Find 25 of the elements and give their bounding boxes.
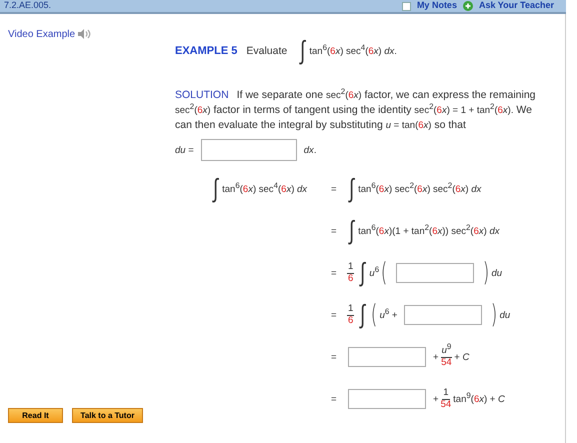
action-button[interactable]: Talk to a Tutor: [72, 408, 143, 423]
notes-link[interactable]: My Notes: [416, 0, 457, 10]
example-label: EXAMPLE 5: [175, 45, 238, 57]
math-expression: du =: [175, 144, 194, 156]
equals-sign: =: [331, 394, 338, 404]
prompt-text: Evaluate: [246, 45, 288, 57]
equals-sign: =: [331, 352, 338, 362]
equals-sign: =: [331, 184, 338, 194]
video-example-link[interactable]: Video Example: [8, 28, 76, 40]
speaker-icon[interactable]: [77, 28, 92, 40]
answer-box[interactable]: [348, 389, 426, 409]
answer-box[interactable]: [348, 347, 426, 367]
equals-sign: =: [331, 268, 338, 278]
answer-box[interactable]: [396, 263, 474, 283]
equals-sign: =: [331, 226, 338, 236]
solution-text: SOLUTION If we separate one sec$^{2}$(6x) factor, we can express the remaining sec$^{2}$(6x) factor in terms of tangent using the identity sec$^{2}$(6x) = 1 + tan$^{2}$(6x). We can then evaluate the integral by substituting u = tan(6x) so that: [175, 88, 537, 133]
ask-teacher-link[interactable]: Ask Your Teacher: [478, 0, 554, 10]
answer-box[interactable]: [404, 305, 482, 325]
assignment-id: 7.2.AE.005.: [4, 0, 52, 10]
checkbox[interactable]: [402, 2, 411, 10]
answer-box[interactable]: [200, 139, 297, 161]
math-expression: dx.: [304, 144, 316, 156]
plus-circle-icon: [462, 1, 473, 11]
action-button[interactable]: Read It: [8, 408, 63, 423]
equals-sign: =: [331, 310, 338, 320]
